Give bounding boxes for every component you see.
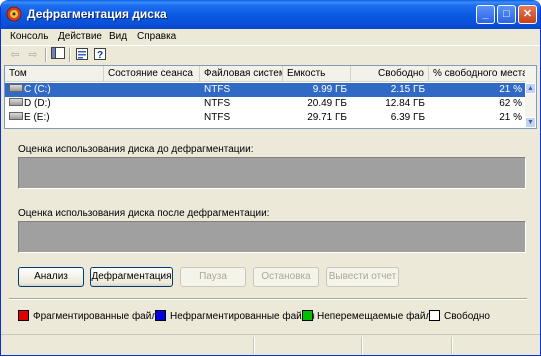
free-percent-cell: 21 %: [499, 112, 522, 123]
menu-help[interactable]: Справка: [134, 29, 179, 45]
free-cell: 2.15 ГБ: [390, 84, 425, 95]
properties-button[interactable]: [74, 47, 90, 63]
column-header-free-percent[interactable]: % свободного места: [429, 66, 526, 81]
column-header-status[interactable]: Состояние сеанса: [104, 66, 200, 81]
capacity-cell: 9.99 ГБ: [312, 84, 347, 95]
help-icon: ?: [94, 48, 106, 61]
volume-list[interactable]: Том Состояние сеанса Файловая система Ем…: [4, 65, 527, 129]
back-button[interactable]: ⇦: [7, 47, 23, 63]
analyze-button[interactable]: Анализ: [18, 267, 84, 287]
column-header-capacity[interactable]: Емкость: [283, 66, 351, 81]
properties-icon: [76, 48, 88, 60]
help-button[interactable]: ?: [92, 47, 108, 63]
free-cell: 12.84 ГБ: [385, 98, 425, 109]
legend-free-space: Свободно: [429, 310, 490, 323]
column-header-filesystem[interactable]: Файловая система: [200, 66, 283, 81]
volume-cell: D (D:): [5, 97, 104, 111]
scroll-down-button[interactable]: ▼: [525, 117, 536, 128]
legend-label: Неперемещаемые файлы: [317, 311, 439, 323]
legend-label: Фрагментированные файлы: [33, 311, 165, 323]
status-cell: [104, 111, 200, 125]
after-analysis-label: Оценка использования диска после дефрагм…: [18, 208, 270, 219]
menu-bar: Консоль Действие Вид Справка: [1, 29, 540, 45]
status-bar: [1, 334, 540, 355]
capacity-cell: 20.49 ГБ: [307, 98, 347, 109]
column-header-volume[interactable]: Том: [5, 66, 104, 81]
defragment-button[interactable]: Дефрагментация: [90, 267, 173, 287]
defrag-app-icon: [6, 6, 22, 22]
volume-list-header: Том Состояние сеанса Файловая система Ем…: [5, 66, 526, 82]
scroll-up-button[interactable]: ▲: [525, 83, 536, 94]
hard-drive-icon: [9, 98, 23, 107]
free-percent-cell: 62 %: [499, 98, 522, 109]
volume-name: C (C:): [24, 84, 51, 95]
table-row[interactable]: C (C:) NTFS 9.99 ГБ 2.15 ГБ 21 %: [5, 83, 526, 97]
window-title: Дефрагментация диска: [27, 7, 167, 21]
toolbar: ⇦ ⇨ ?: [1, 45, 540, 64]
chevron-down-icon: ▼: [527, 119, 534, 126]
svg-text:?: ?: [97, 50, 103, 61]
filesystem-cell: NTFS: [204, 84, 231, 95]
hard-drive-icon: [9, 84, 23, 93]
legend-fragmented: Фрагментированные файлы: [18, 310, 165, 323]
volume-cell: E (E:): [5, 111, 104, 125]
legend-contiguous: Нефрагментированные файлы: [155, 310, 315, 323]
legend-unmovable: Неперемещаемые файлы: [302, 310, 439, 323]
maximize-icon: □: [503, 8, 510, 20]
maximize-button[interactable]: □: [497, 5, 516, 24]
title-bar[interactable]: Дефрагментация диска _ □ ✕: [1, 0, 540, 29]
pause-button[interactable]: Пауза: [180, 267, 246, 287]
arrow-right-icon: ⇨: [28, 49, 38, 61]
minimize-button[interactable]: _: [476, 5, 495, 24]
free-cell: 6.39 ГБ: [390, 112, 425, 123]
before-analysis-display: [18, 157, 526, 189]
column-header-free[interactable]: Свободно: [351, 66, 429, 81]
status-separator: [253, 337, 255, 354]
stop-button[interactable]: Остановка: [253, 267, 319, 287]
status-separator: [361, 337, 363, 354]
filesystem-cell: NTFS: [204, 98, 231, 109]
toolbar-separator: [69, 48, 71, 62]
free-percent-cell: 21 %: [499, 84, 522, 95]
toolbar-separator: [45, 48, 47, 62]
legend-swatch: [18, 310, 29, 321]
legend-swatch: [302, 310, 313, 321]
forward-button[interactable]: ⇨: [25, 47, 41, 63]
hard-drive-icon: [9, 112, 23, 121]
before-analysis-label: Оценка использования диска до дефрагмент…: [18, 144, 254, 155]
table-row[interactable]: E (E:) NTFS 29.71 ГБ 6.39 ГБ 21 %: [5, 111, 526, 125]
filesystem-cell: NTFS: [204, 112, 231, 123]
menu-action[interactable]: Действие: [55, 29, 105, 45]
close-button[interactable]: ✕: [518, 5, 537, 24]
volume-list-scrollbar[interactable]: ▲ ▼: [525, 65, 537, 129]
view-report-button[interactable]: Вывести отчет: [326, 267, 399, 287]
volume-name: D (D:): [24, 98, 51, 109]
minimize-icon: _: [482, 8, 489, 20]
defrag-window: Дефрагментация диска _ □ ✕ Консоль Дейст…: [0, 0, 541, 356]
status-cell: [104, 83, 200, 97]
menu-view[interactable]: Вид: [106, 29, 130, 45]
volume-name: E (E:): [24, 112, 50, 123]
status-separator: [451, 337, 453, 354]
legend-divider: [9, 298, 527, 300]
console-tree-icon: [51, 47, 65, 59]
capacity-cell: 29.71 ГБ: [307, 112, 347, 123]
arrow-left-icon: ⇦: [10, 49, 20, 61]
menu-console[interactable]: Консоль: [7, 29, 51, 45]
legend-label: Нефрагментированные файлы: [170, 311, 315, 323]
volume-cell: C (C:): [5, 83, 104, 97]
status-cell: [104, 97, 200, 111]
legend-swatch: [155, 310, 166, 321]
console-tree-button[interactable]: [50, 47, 66, 63]
close-icon: ✕: [522, 8, 533, 20]
table-row[interactable]: D (D:) NTFS 20.49 ГБ 12.84 ГБ 62 %: [5, 97, 526, 111]
legend-label: Свободно: [444, 311, 490, 323]
legend-swatch: [429, 310, 440, 321]
after-analysis-display: [18, 221, 526, 253]
chevron-up-icon: ▲: [527, 85, 534, 92]
